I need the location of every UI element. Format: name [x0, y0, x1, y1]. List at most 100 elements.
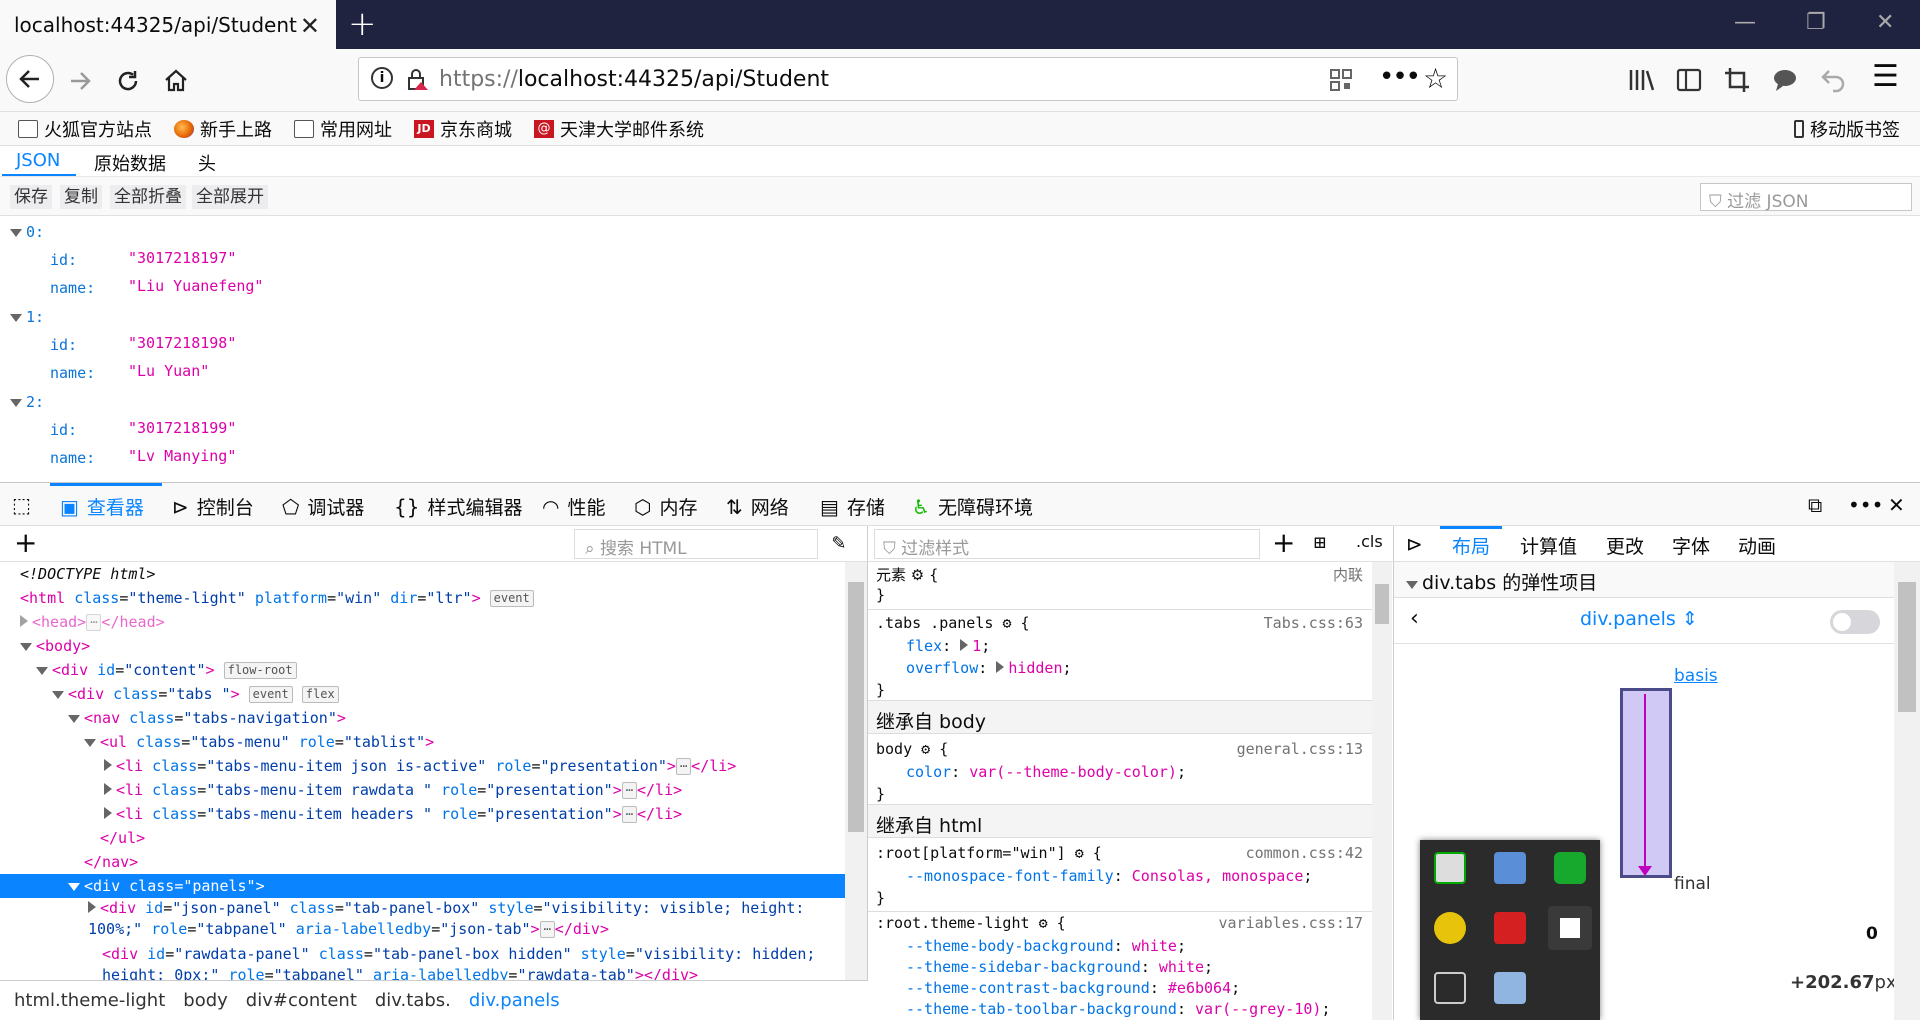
json-panel-node[interactable]: <div id="json-panel" class="tab-panel-bo…: [0, 898, 845, 940]
devtools-menu-button[interactable]: •••: [1848, 493, 1891, 517]
rule-source-link[interactable]: common.css:42: [1246, 844, 1363, 862]
tray-app-icon[interactable]: [1494, 912, 1526, 944]
new-tab-icon[interactable]: +: [348, 4, 377, 44]
expand-toggle-icon[interactable]: [68, 715, 80, 723]
expand-toggle-icon[interactable]: [104, 807, 112, 819]
breadcrumb-item[interactable]: body: [183, 990, 228, 1011]
breadcrumb-item[interactable]: div.tabs.: [375, 990, 451, 1011]
expand-toggle-icon[interactable]: [20, 643, 32, 651]
html-node[interactable]: <html class="theme-light" platform="win"…: [0, 586, 845, 610]
bookmark-item[interactable]: 常用网址: [294, 116, 392, 142]
search-html-input[interactable]: ⌕ 搜索 HTML: [574, 529, 818, 559]
back-button[interactable]: [6, 55, 54, 103]
json-index-row[interactable]: 2:: [10, 393, 44, 411]
collapse-all-button[interactable]: 全部折叠: [110, 185, 186, 209]
json-index-row[interactable]: 1:: [10, 308, 44, 326]
tab-computed[interactable]: 计算值: [1520, 532, 1577, 559]
declaration[interactable]: --theme-contrast-background: #e6b064;: [876, 979, 1366, 997]
info-icon[interactable]: i: [371, 67, 393, 89]
add-rule-icon[interactable]: +: [1272, 526, 1295, 559]
tab-console[interactable]: ⊳ 控制台: [172, 493, 254, 520]
event-badge[interactable]: event: [248, 686, 293, 703]
tray-app-icon[interactable]: [1434, 852, 1466, 884]
li-node[interactable]: <li class="tabs-menu-item rawdata " role…: [0, 778, 845, 802]
flex-item-select[interactable]: div.panels ⇕: [1580, 608, 1698, 630]
lock-warning-icon[interactable]: [405, 68, 429, 92]
home-button[interactable]: [154, 59, 198, 103]
tab-performance[interactable]: ◠ 性能: [542, 493, 605, 520]
flex-items-header[interactable]: div.tabs 的弹性项目: [1394, 562, 1894, 598]
tabs-div-node[interactable]: <div class="tabs "> event flex: [0, 682, 845, 706]
declaration[interactable]: --theme-sidebar-background: white;: [876, 958, 1366, 976]
tab-style-editor[interactable]: {} 样式编辑器: [394, 493, 522, 520]
save-button[interactable]: 保存: [10, 185, 52, 209]
ul-node[interactable]: <ul class="tabs-menu" role="tablist">: [0, 730, 845, 754]
hamburger-menu-icon[interactable]: ☰: [1872, 59, 1899, 94]
minimize-icon[interactable]: —: [1734, 10, 1756, 35]
nav-node[interactable]: <nav class="tabs-navigation">: [0, 706, 845, 730]
ul-close-node[interactable]: </ul>: [0, 826, 845, 850]
rules-scrollbar[interactable]: [1372, 562, 1392, 1020]
breadcrumb-item[interactable]: div#content: [246, 990, 357, 1011]
window-close-icon[interactable]: ✕: [1876, 10, 1894, 35]
li-node[interactable]: <li class="tabs-menu-item json is-active…: [0, 754, 845, 778]
rawdata-panel-node[interactable]: <div id="rawdata-panel" class="tab-panel…: [0, 944, 845, 980]
library-icon[interactable]: [1628, 67, 1656, 93]
expand-toggle-icon[interactable]: [104, 759, 112, 771]
basis-label[interactable]: basis: [1674, 666, 1718, 686]
reload-button[interactable]: [106, 59, 150, 103]
sidebar-icon[interactable]: [1676, 67, 1702, 93]
filter-json-input[interactable]: ⛉ 过滤 JSON: [1700, 183, 1912, 212]
bookmark-item[interactable]: @ 天津大学邮件系统: [534, 116, 704, 142]
declaration[interactable]: overflow: hidden;: [876, 659, 1366, 677]
expand-toggle-icon[interactable]: [104, 783, 112, 795]
expand-toggle-icon[interactable]: [84, 739, 96, 747]
bookmark-item[interactable]: 新手上路: [174, 116, 272, 142]
declaration[interactable]: --monospace-font-family: Consolas, monos…: [876, 867, 1366, 885]
tab-debugger[interactable]: ⬠ 调试器: [282, 493, 364, 520]
screenshot-crop-icon[interactable]: [1724, 67, 1750, 93]
declaration[interactable]: --theme-body-background: white;: [876, 937, 1366, 955]
markup-scrollbar[interactable]: [845, 562, 867, 980]
close-tab-icon[interactable]: ✕: [300, 12, 320, 40]
breadcrumb-item[interactable]: html.theme-light: [14, 990, 165, 1011]
shield-icon[interactable]: [1494, 852, 1526, 884]
dock-options-button[interactable]: ⧉: [1808, 493, 1830, 517]
cls-toggle[interactable]: .cls: [1356, 532, 1383, 551]
tray-copy-icon[interactable]: [1434, 972, 1466, 1004]
declaration[interactable]: color: var(--theme-body-color);: [876, 763, 1366, 781]
close-devtools-button[interactable]: ✕: [1888, 493, 1913, 517]
back-chevron-icon[interactable]: ‹: [1410, 606, 1419, 631]
json-index-row[interactable]: 0:: [10, 223, 44, 241]
head-node[interactable]: <head> ⋯ </head>: [0, 610, 845, 634]
toggle-sidebar-icon[interactable]: ⊳: [1406, 532, 1423, 556]
eyedropper-icon[interactable]: ✎: [832, 530, 845, 555]
tab-animations[interactable]: 动画: [1738, 532, 1776, 559]
bookmark-item[interactable]: JD 京东商城: [414, 116, 512, 142]
tab-headers[interactable]: 头: [198, 150, 216, 176]
expand-toggle-icon[interactable]: [68, 883, 80, 891]
copy-button[interactable]: 复制: [60, 185, 102, 209]
rule-source-link[interactable]: general.css:13: [1237, 740, 1363, 758]
panels-div-node-selected[interactable]: <div class="panels">: [0, 874, 845, 898]
tray-grid-icon[interactable]: [1548, 906, 1592, 950]
tab-json[interactable]: JSON: [16, 150, 60, 171]
flex-badge[interactable]: flex: [301, 686, 339, 703]
pseudo-class-toggle-icon[interactable]: ⊞: [1314, 530, 1326, 554]
undo-icon[interactable]: [1820, 67, 1846, 93]
star-icon[interactable]: ☆: [1423, 62, 1448, 95]
content-div-node[interactable]: <div id="content"> flow-root: [0, 658, 845, 682]
tab-storage[interactable]: ▤ 存储: [820, 493, 885, 520]
tab-inspector[interactable]: ▣ 查看器: [60, 493, 144, 520]
body-node[interactable]: <body>: [0, 634, 845, 658]
nav-close-node[interactable]: </nav>: [0, 850, 845, 874]
browser-tab[interactable]: localhost:44325/api/Student ✕: [0, 0, 336, 49]
url-text[interactable]: https://localhost:44325/api/Student: [439, 67, 829, 92]
filter-styles-input[interactable]: ⛉ 过滤样式: [874, 529, 1260, 559]
highlight-toggle[interactable]: [1830, 610, 1880, 634]
tab-memory[interactable]: ⬡ 内存: [634, 493, 697, 520]
rule-source-link[interactable]: Tabs.css:63: [1264, 614, 1363, 632]
breadcrumb-item-selected[interactable]: div.panels: [469, 990, 560, 1011]
url-bar[interactable]: i https://localhost:44325/api/Student ••…: [358, 57, 1458, 101]
add-node-icon[interactable]: +: [14, 526, 37, 559]
